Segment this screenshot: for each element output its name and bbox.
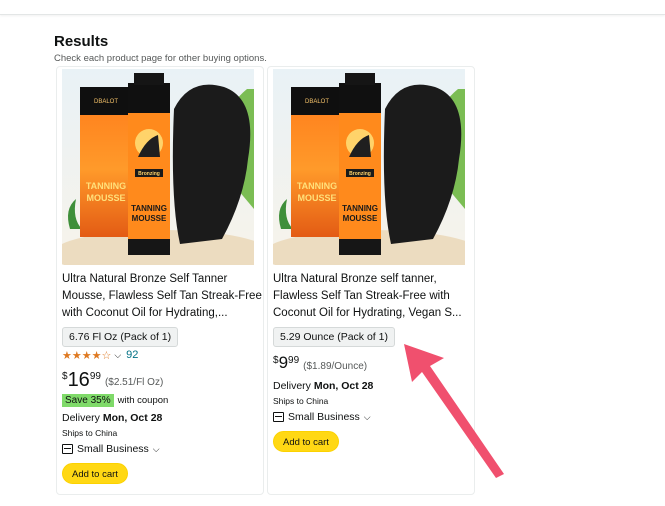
bottle-product: TANNING [131,204,167,213]
product-title[interactable]: Ultra Natural Bronze Self Tanner Mousse,… [62,271,262,322]
box-product: TANNING [86,181,126,191]
box-brand: DBALOT [94,99,118,105]
product-image[interactable]: DBALOT Bronzing TANNING MOUSSE TANNING M… [273,69,465,265]
delivery-info: Delivery Mon, Oct 28 [62,412,162,424]
box-product: TANNING [297,181,337,191]
size-option[interactable]: 5.29 Ounce (Pack of 1) [273,327,395,347]
price: $ 16 99 ($2.51/Fl Oz) [62,369,163,391]
delivery-date: Mon, Oct 28 [313,380,374,392]
delivery-date: Mon, Oct 28 [102,412,163,424]
delivery-label: Delivery [273,380,311,392]
ships-to: Ships to China [273,396,329,406]
box-product-2: MOUSSE [86,193,125,203]
unit-price: ($1.89/Ounce) [303,361,368,372]
coupon: Save 35% with coupon [62,394,168,407]
price-whole: 16 [67,369,90,391]
chevron-down-icon[interactable]: ⌵ [364,412,371,423]
delivery-info: Delivery Mon, Oct 28 [273,380,373,392]
small-business-badge[interactable]: Small Business ⌵ [62,443,160,455]
delivery-label: Delivery [62,412,100,424]
chevron-down-icon[interactable]: ⌵ [153,444,160,455]
add-to-cart-button[interactable]: Add to cart [273,431,339,452]
chevron-down-icon[interactable]: ⌵ [114,350,121,361]
star-rating-icon: ★★★★☆ [62,349,112,362]
bottle-product: TANNING [342,204,378,213]
product-title[interactable]: Ultra Natural Bronze self tanner, Flawle… [273,271,473,322]
add-to-cart-button[interactable]: Add to cart [62,463,128,484]
product-card: DBALOT Bronzing TANNING MOUSSE TANNING M… [56,66,264,495]
rating-count[interactable]: 92 [126,349,138,361]
top-bar [0,0,665,15]
price-fraction: 99 [89,371,101,382]
coupon-badge: Save 35% [62,394,114,407]
box-brand: DBALOT [305,99,329,105]
small-business-icon [273,412,284,422]
product-image[interactable]: DBALOT Bronzing TANNING MOUSSE TANNING M… [62,69,254,265]
small-business-icon [62,444,73,454]
results-subtitle: Check each product page for other buying… [54,53,267,64]
small-business-label: Small Business [77,443,149,455]
ships-to: Ships to China [62,428,118,438]
box-product-2: MOUSSE [297,193,336,203]
rating[interactable]: ★★★★☆ ⌵ 92 [62,348,138,362]
bottle-label: Bronzing [349,171,371,177]
small-business-label: Small Business [288,411,360,423]
coupon-text: with coupon [117,395,169,406]
bottle-product-2: MOUSSE [132,214,167,223]
bottle-product-2: MOUSSE [343,214,378,223]
size-option[interactable]: 6.76 Fl Oz (Pack of 1) [62,327,179,347]
price: $ 9 99 ($1.89/Ounce) [273,353,367,372]
price-fraction: 99 [288,355,300,366]
price-whole: 9 [278,353,289,372]
unit-price: ($2.51/Fl Oz) [104,377,164,388]
results-heading: Results [54,33,109,50]
arrow-icon [404,344,504,478]
bottle-label: Bronzing [138,171,160,177]
small-business-badge[interactable]: Small Business ⌵ [273,411,371,423]
